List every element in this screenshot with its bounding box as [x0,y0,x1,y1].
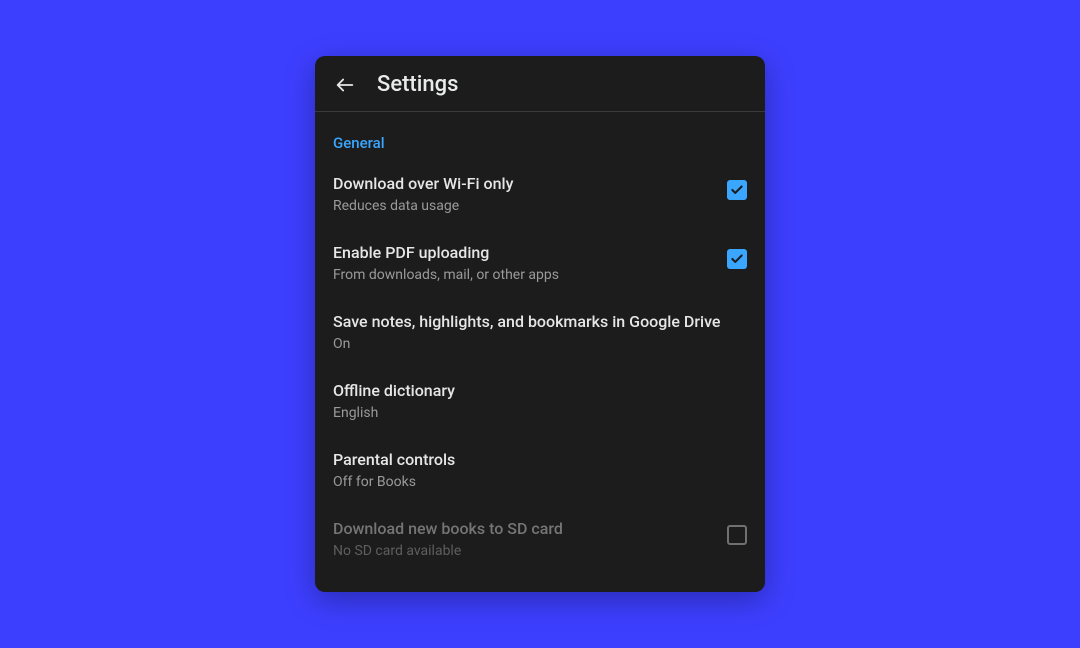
row-text: Download over Wi-Fi only Reduces data us… [333,174,727,215]
row-title: Download new books to SD card [333,519,711,540]
check-icon [730,183,744,197]
row-text: Parental controls Off for Books [333,450,747,491]
row-parental-controls[interactable]: Parental controls Off for Books [315,436,765,505]
spacer [315,574,765,592]
row-title: Download over Wi-Fi only [333,174,711,195]
section-header-general: General [315,112,765,160]
row-subtitle: Reduces data usage [333,197,711,215]
title-bar: Settings [315,56,765,112]
checkbox-sd [727,525,747,545]
arrow-left-icon [334,74,356,96]
row-text: Enable PDF uploading From downloads, mai… [333,243,727,284]
row-subtitle: English [333,404,731,422]
row-sd-card: Download new books to SD card No SD card… [315,505,765,574]
row-text: Download new books to SD card No SD card… [333,519,727,560]
checkbox-wifi[interactable] [727,180,747,200]
row-offline-dictionary[interactable]: Offline dictionary English [315,367,765,436]
page-title: Settings [377,72,458,97]
row-subtitle: Off for Books [333,473,731,491]
row-title: Parental controls [333,450,731,471]
check-icon [730,252,744,266]
row-subtitle: On [333,335,731,353]
row-title: Enable PDF uploading [333,243,711,264]
row-text: Save notes, highlights, and bookmarks in… [333,312,747,353]
settings-panel: Settings General Download over Wi-Fi onl… [315,56,765,592]
row-save-notes[interactable]: Save notes, highlights, and bookmarks in… [315,298,765,367]
row-text: Offline dictionary English [333,381,747,422]
row-pdf-upload[interactable]: Enable PDF uploading From downloads, mai… [315,229,765,298]
row-title: Save notes, highlights, and bookmarks in… [333,312,731,333]
row-download-wifi[interactable]: Download over Wi-Fi only Reduces data us… [315,160,765,229]
row-title: Offline dictionary [333,381,731,402]
checkbox-pdf[interactable] [727,249,747,269]
row-subtitle: No SD card available [333,542,711,560]
row-subtitle: From downloads, mail, or other apps [333,266,711,284]
back-button[interactable] [333,73,357,97]
